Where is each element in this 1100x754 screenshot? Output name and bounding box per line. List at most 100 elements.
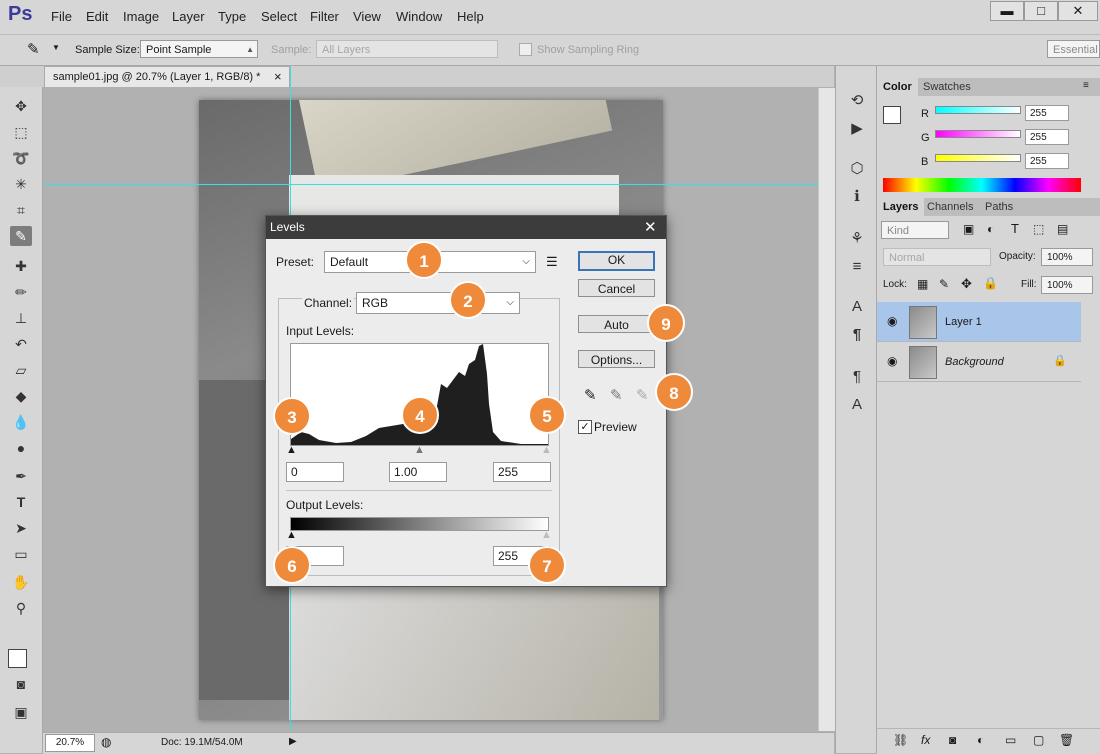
filter-shape-icon[interactable]: ⬚ bbox=[1033, 222, 1044, 236]
eyedropper-tool-icon[interactable]: ✎ bbox=[10, 226, 32, 246]
visibility-eye-icon[interactable]: ◉ bbox=[887, 354, 897, 368]
screen-mode-icon[interactable]: ▣ bbox=[10, 702, 32, 722]
tab-color[interactable]: Color bbox=[877, 78, 918, 96]
input-black-field[interactable]: 0 bbox=[286, 462, 344, 482]
delete-layer-icon[interactable]: 🗑 bbox=[1059, 733, 1074, 747]
blend-mode-select[interactable]: Normal bbox=[883, 248, 991, 266]
move-tool-icon[interactable]: ✥ bbox=[10, 96, 32, 116]
foreground-color-swatch[interactable] bbox=[8, 649, 27, 668]
path-selection-tool-icon[interactable]: ➤ bbox=[10, 518, 32, 538]
healing-brush-tool-icon[interactable]: ✚ bbox=[10, 256, 32, 276]
layer-row[interactable]: ◉ Layer 1 bbox=[877, 302, 1081, 342]
lock-pixels-icon[interactable]: ✎ bbox=[939, 277, 949, 291]
options-button[interactable]: Options... bbox=[578, 350, 655, 368]
crop-tool-icon[interactable]: ⌗ bbox=[10, 200, 32, 220]
input-white-field[interactable]: 255 bbox=[493, 462, 551, 482]
b-slider[interactable] bbox=[935, 154, 1021, 162]
document-tab[interactable]: sample01.jpg @ 20.7% (Layer 1, RGB/8) * bbox=[44, 66, 290, 87]
paint-bucket-tool-icon[interactable]: ◆ bbox=[10, 386, 32, 406]
ok-button[interactable]: OK bbox=[578, 251, 655, 271]
workspace-switcher[interactable]: Essential bbox=[1047, 40, 1100, 58]
lock-transparent-icon[interactable]: ▦ bbox=[917, 277, 928, 291]
quick-select-tool-icon[interactable]: ✳ bbox=[10, 174, 32, 194]
menu-type[interactable]: Type bbox=[218, 9, 246, 24]
adjustments-icon[interactable]: ≡ bbox=[846, 256, 868, 278]
sample-size-select[interactable]: Point Sample ▲ bbox=[140, 40, 258, 58]
lock-position-icon[interactable]: ✥ bbox=[961, 276, 972, 292]
output-black-slider[interactable]: ▲ bbox=[286, 529, 297, 541]
history-brush-tool-icon[interactable]: ↶ bbox=[10, 334, 32, 354]
visibility-eye-icon[interactable]: ◉ bbox=[887, 314, 897, 328]
character-icon[interactable]: A bbox=[846, 296, 868, 318]
brush-tool-icon[interactable]: ✏ bbox=[10, 282, 32, 302]
blur-tool-icon[interactable]: 💧 bbox=[10, 412, 32, 432]
menu-edit[interactable]: Edit bbox=[86, 9, 108, 24]
paragraph-styles-icon[interactable]: ¶ bbox=[846, 366, 868, 388]
cancel-button[interactable]: Cancel bbox=[578, 279, 655, 297]
layer-name[interactable]: Layer 1 bbox=[945, 316, 982, 328]
layer-style-icon[interactable]: fx bbox=[921, 733, 930, 747]
minimize-button[interactable]: ▬ bbox=[990, 1, 1024, 21]
filter-image-icon[interactable]: ▣ bbox=[963, 222, 974, 236]
clone-stamp-tool-icon[interactable]: ⊥ bbox=[10, 308, 32, 328]
dodge-tool-icon[interactable]: ● bbox=[10, 438, 32, 458]
lasso-tool-icon[interactable]: ➰ bbox=[10, 148, 32, 168]
close-window-button[interactable]: ✕ bbox=[1058, 1, 1098, 21]
input-white-slider[interactable]: ▲ bbox=[541, 444, 552, 456]
opacity-field[interactable]: 100% bbox=[1041, 248, 1093, 266]
actions-icon[interactable]: ▶ bbox=[846, 118, 868, 140]
tab-channels[interactable]: Channels bbox=[921, 198, 979, 216]
black-eyedropper-icon[interactable]: ✎ bbox=[584, 386, 597, 404]
zoom-tool-icon[interactable]: ⚲ bbox=[10, 598, 32, 618]
menu-file[interactable]: File bbox=[51, 9, 72, 24]
history-icon[interactable]: ⟲ bbox=[846, 90, 868, 112]
white-eyedropper-icon[interactable]: ✎ bbox=[636, 386, 649, 404]
zoom-field[interactable]: 20.7% bbox=[45, 734, 95, 752]
layer-row[interactable]: ◉ Background 🔒 bbox=[877, 342, 1081, 382]
input-gamma-field[interactable]: 1.00 bbox=[389, 462, 447, 482]
input-black-slider[interactable]: ▲ bbox=[286, 444, 297, 456]
r-slider[interactable] bbox=[935, 106, 1021, 114]
preset-options-icon[interactable]: ☰ bbox=[546, 254, 558, 270]
marquee-tool-icon[interactable]: ⬚ bbox=[10, 122, 32, 142]
info-icon[interactable]: ℹ bbox=[846, 186, 868, 208]
color-spectrum[interactable] bbox=[883, 178, 1081, 192]
brush-presets-icon[interactable]: ⚘ bbox=[846, 228, 868, 250]
menu-window[interactable]: Window bbox=[396, 9, 442, 24]
horizontal-guide[interactable] bbox=[43, 184, 818, 185]
auto-button[interactable]: Auto bbox=[578, 315, 655, 333]
layer-name[interactable]: Background bbox=[945, 356, 1004, 368]
maximize-button[interactable]: □ bbox=[1024, 1, 1058, 21]
new-layer-icon[interactable]: ▢ bbox=[1033, 733, 1044, 747]
menu-select[interactable]: Select bbox=[261, 9, 297, 24]
chevron-down-icon[interactable]: ▼ bbox=[52, 43, 60, 52]
menu-image[interactable]: Image bbox=[123, 9, 159, 24]
menu-layer[interactable]: Layer bbox=[172, 9, 205, 24]
link-layers-icon[interactable]: ⛓ bbox=[893, 733, 908, 747]
new-group-icon[interactable]: ▭ bbox=[1005, 733, 1016, 747]
menu-filter[interactable]: Filter bbox=[310, 9, 339, 24]
quick-mask-icon[interactable]: ◙ bbox=[10, 674, 32, 694]
character-styles-icon[interactable]: A bbox=[846, 394, 868, 416]
preview-checkbox[interactable]: ✓ bbox=[578, 420, 592, 434]
show-sampling-ring-checkbox[interactable] bbox=[519, 43, 532, 56]
proof-icon[interactable]: ◍ bbox=[101, 735, 111, 749]
tab-layers[interactable]: Layers bbox=[877, 198, 925, 216]
output-white-slider[interactable]: ▲ bbox=[541, 529, 552, 541]
menu-help[interactable]: Help bbox=[457, 9, 484, 24]
filter-smart-object-icon[interactable]: ▤ bbox=[1057, 222, 1068, 236]
add-mask-icon[interactable]: ◙ bbox=[949, 733, 956, 747]
3d-icon[interactable]: ⬡ bbox=[846, 158, 868, 180]
channel-select[interactable]: RGB ⌵ bbox=[356, 292, 520, 314]
b-value[interactable]: 255 bbox=[1025, 153, 1069, 169]
pen-tool-icon[interactable]: ✒ bbox=[10, 466, 32, 486]
kind-filter[interactable]: Kind bbox=[881, 221, 949, 239]
filter-type-icon[interactable]: T bbox=[1011, 221, 1019, 236]
rectangle-tool-icon[interactable]: ▭ bbox=[10, 544, 32, 564]
type-tool-icon[interactable]: T bbox=[10, 492, 32, 512]
menu-view[interactable]: View bbox=[353, 9, 381, 24]
new-adjustment-icon[interactable]: ◐ bbox=[977, 733, 984, 747]
gray-eyedropper-icon[interactable]: ✎ bbox=[610, 386, 623, 404]
eraser-tool-icon[interactable]: ▱ bbox=[10, 360, 32, 380]
g-slider[interactable] bbox=[935, 130, 1021, 138]
